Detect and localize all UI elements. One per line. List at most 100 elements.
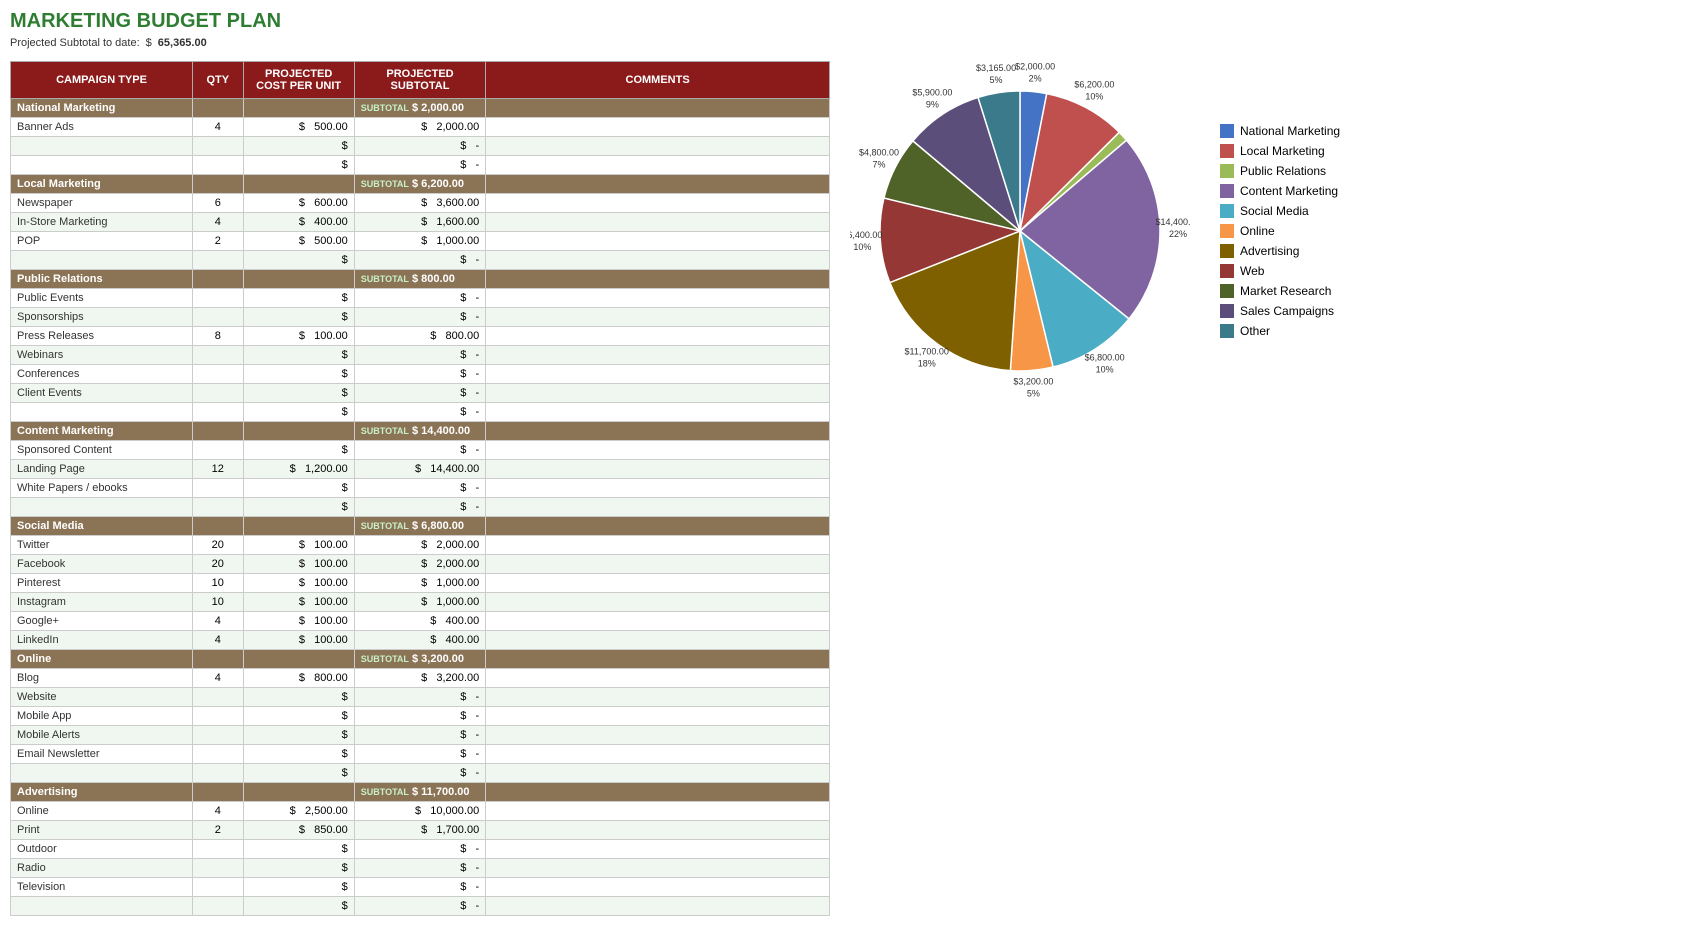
item-qty (193, 745, 244, 764)
table-row: LinkedIn 4 $ 100.00 $ 400.00 (11, 631, 830, 650)
table-row: Website $ $ - (11, 688, 830, 707)
item-cost: $ (243, 403, 354, 422)
pie-label-pct: 9% (926, 100, 939, 110)
item-name: Television (11, 878, 193, 897)
item-qty (193, 384, 244, 403)
table-row: Print 2 $ 850.00 $ 1,700.00 (11, 821, 830, 840)
item-cost: $ 100.00 (243, 612, 354, 631)
item-subtotal: $ - (354, 479, 485, 498)
table-row: Client Events $ $ - (11, 384, 830, 403)
category-subtotal: SUBTOTAL $ 11,700.00 (354, 783, 485, 802)
item-name (11, 137, 193, 156)
item-name: Newspaper (11, 194, 193, 213)
table-row: Facebook 20 $ 100.00 $ 2,000.00 (11, 555, 830, 574)
category-name: Content Marketing (11, 422, 193, 441)
item-comments (486, 707, 830, 726)
legend-color-box (1220, 304, 1234, 318)
item-name: Landing Page (11, 460, 193, 479)
item-subtotal: $ 14,400.00 (354, 460, 485, 479)
item-cost: $ (243, 840, 354, 859)
item-subtotal: $ - (354, 441, 485, 460)
item-comments (486, 498, 830, 517)
item-subtotal: $ - (354, 289, 485, 308)
pie-label-pct: 22% (1169, 229, 1187, 239)
table-row: $ $ - (11, 897, 830, 916)
item-cost: $ 100.00 (243, 574, 354, 593)
item-cost: $ 100.00 (243, 593, 354, 612)
category-subtotal: SUBTOTAL $ 800.00 (354, 270, 485, 289)
legend-item: Public Relations (1220, 164, 1340, 178)
category-name: Social Media (11, 517, 193, 536)
item-subtotal: $ - (354, 498, 485, 517)
item-qty (193, 441, 244, 460)
legend-label: Local Marketing (1240, 144, 1325, 158)
item-qty: 4 (193, 213, 244, 232)
main-layout: CAMPAIGN TYPE QTY PROJECTED COST PER UNI… (10, 61, 1675, 916)
category-cost (243, 650, 354, 669)
item-subtotal: $ - (354, 688, 485, 707)
header-cost: PROJECTED COST PER UNIT (243, 62, 354, 99)
item-name: Pinterest (11, 574, 193, 593)
item-comments (486, 441, 830, 460)
legend-label: Other (1240, 324, 1270, 338)
item-name (11, 251, 193, 270)
category-cost (243, 422, 354, 441)
table-row: Outdoor $ $ - (11, 840, 830, 859)
item-cost: $ (243, 289, 354, 308)
item-name: Print (11, 821, 193, 840)
category-row: Local Marketing SUBTOTAL $ 6,200.00 (11, 175, 830, 194)
table-row: Google+ 4 $ 100.00 $ 400.00 (11, 612, 830, 631)
table-row: Pinterest 10 $ 100.00 $ 1,000.00 (11, 574, 830, 593)
item-name: Email Newsletter (11, 745, 193, 764)
chart-legend: National Marketing Local Marketing Public … (1220, 124, 1340, 338)
item-name: Sponsored Content (11, 441, 193, 460)
category-subtotal: SUBTOTAL $ 6,200.00 (354, 175, 485, 194)
item-qty (193, 840, 244, 859)
item-comments (486, 574, 830, 593)
item-qty (193, 365, 244, 384)
table-row: Sponsored Content $ $ - (11, 441, 830, 460)
table-row: Email Newsletter $ $ - (11, 745, 830, 764)
category-name: Advertising (11, 783, 193, 802)
item-cost: $ (243, 688, 354, 707)
pie-label-value: $6,200.00 (1074, 80, 1114, 90)
item-cost: $ (243, 707, 354, 726)
item-comments (486, 137, 830, 156)
legend-item: National Marketing (1220, 124, 1340, 138)
legend-label: Public Relations (1240, 164, 1326, 178)
category-cost (243, 270, 354, 289)
category-subtotal: SUBTOTAL $ 2,000.00 (354, 99, 485, 118)
item-cost: $ (243, 479, 354, 498)
item-name: Sponsorships (11, 308, 193, 327)
pie-chart: $2,000.002%$6,200.0010%$14,400.0022%$6,8… (850, 61, 1190, 401)
item-comments (486, 745, 830, 764)
item-comments (486, 897, 830, 916)
header-subtotal: PROJECTED SUBTOTAL (354, 62, 485, 99)
item-qty (193, 403, 244, 422)
legend-label: Online (1240, 224, 1275, 238)
item-cost: $ (243, 441, 354, 460)
legend-color-box (1220, 164, 1234, 178)
item-comments (486, 688, 830, 707)
table-row: $ $ - (11, 498, 830, 517)
item-cost: $ (243, 251, 354, 270)
item-subtotal: $ 400.00 (354, 631, 485, 650)
legend-item: Market Research (1220, 284, 1340, 298)
table-row: Banner Ads 4 $ 500.00 $ 2,000.00 (11, 118, 830, 137)
item-qty: 4 (193, 631, 244, 650)
budget-table: CAMPAIGN TYPE QTY PROJECTED COST PER UNI… (10, 61, 830, 916)
item-name: POP (11, 232, 193, 251)
item-comments (486, 840, 830, 859)
pie-svg: $2,000.002%$6,200.0010%$14,400.0022%$6,8… (850, 61, 1190, 401)
table-row: Instagram 10 $ 100.00 $ 1,000.00 (11, 593, 830, 612)
category-comments (486, 783, 830, 802)
table-row: Blog 4 $ 800.00 $ 3,200.00 (11, 669, 830, 688)
legend-label: Sales Campaigns (1240, 304, 1334, 318)
item-name: Online (11, 802, 193, 821)
item-comments (486, 555, 830, 574)
pie-label-value: $4,800.00 (859, 148, 899, 158)
item-name: Mobile App (11, 707, 193, 726)
category-row: Content Marketing SUBTOTAL $ 14,400.00 (11, 422, 830, 441)
item-qty (193, 688, 244, 707)
item-name: In-Store Marketing (11, 213, 193, 232)
